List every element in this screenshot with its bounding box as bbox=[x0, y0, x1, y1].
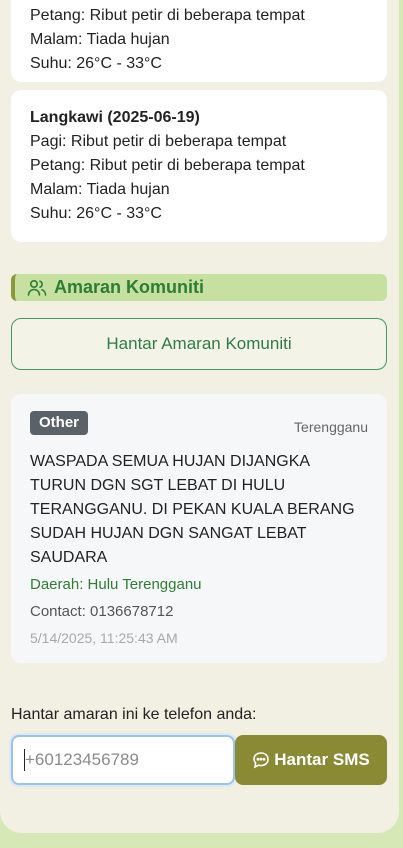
forecast-title: Langkawi (2025-06-19) bbox=[30, 109, 200, 126]
forecast-malam: Malam: Tiada hujan bbox=[30, 31, 170, 48]
community-alert-card: Other Terengganu WASPADA SEMUA HUJAN DIJ… bbox=[11, 394, 387, 663]
alert-area: Daerah: Hulu Terengganu bbox=[30, 576, 202, 593]
chat-icon bbox=[252, 751, 270, 769]
forecast-malam: Malam: Tiada hujan bbox=[30, 181, 170, 198]
send-sms-button[interactable]: Hantar SMS bbox=[235, 735, 387, 785]
alert-category-badge: Other bbox=[30, 411, 89, 435]
forecast-pagi: Pagi: Ribut petir di beberapa tempat bbox=[30, 133, 287, 150]
sms-label: Hantar amaran ini ke telefon anda: bbox=[11, 706, 257, 723]
forecast-card: Langkawi (2025-06-19) Pagi: Ribut petir … bbox=[11, 90, 387, 242]
phone-input[interactable] bbox=[11, 735, 235, 785]
send-sms-label: Hantar SMS bbox=[274, 750, 370, 769]
community-heading: Amaran Komuniti bbox=[54, 277, 205, 297]
alert-timestamp: 5/14/2025, 11:25:43 AM bbox=[30, 630, 178, 646]
send-community-alert-button[interactable]: Hantar Amaran Komuniti bbox=[11, 318, 387, 370]
forecast-petang: Petang: Ribut petir di beberapa tempat bbox=[30, 157, 305, 174]
forecast-suhu: Suhu: 26°C - 33°C bbox=[30, 205, 162, 222]
users-icon bbox=[27, 279, 47, 297]
forecast-petang: Petang: Ribut petir di beberapa tempat bbox=[30, 7, 305, 24]
forecast-suhu: Suhu: 26°C - 33°C bbox=[30, 55, 162, 72]
alert-contact: Contact: 0136678712 bbox=[30, 603, 174, 620]
forecast-card: Petang: Ribut petir di beberapa tempat M… bbox=[11, 0, 387, 82]
alert-region: Terengganu bbox=[294, 419, 368, 435]
alert-message: WASPADA SEMUA HUJAN DIJANGKA TURUN DGN S… bbox=[30, 453, 355, 566]
community-section-header: Amaran Komuniti bbox=[11, 274, 387, 301]
text-caret bbox=[24, 749, 25, 771]
